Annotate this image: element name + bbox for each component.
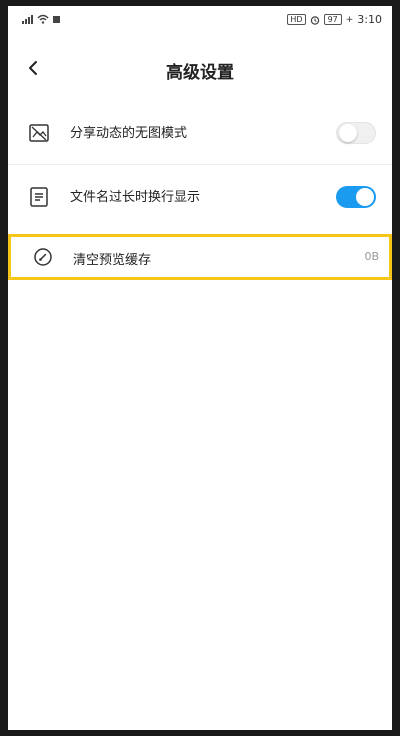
- notification-icon: [53, 15, 60, 23]
- signal-icon: [22, 14, 33, 24]
- device-frame: HD 97 + 3:10 高级设置 分享动态的无图模式 文件名过长时换行显示 清…: [0, 0, 400, 736]
- setting-label: 文件名过长时换行显示: [70, 190, 201, 205]
- setting-row-no-image-mode[interactable]: 分享动态的无图模式: [8, 102, 392, 164]
- nav-bar: 高级设置: [8, 46, 392, 90]
- toggle-knob: [339, 124, 357, 142]
- screen: HD 97 + 3:10 高级设置 分享动态的无图模式 文件名过长时换行显示 清…: [8, 6, 392, 730]
- page-title: 高级设置: [166, 63, 234, 83]
- hd-badge: HD: [287, 14, 306, 25]
- status-time: 3:10: [357, 13, 382, 26]
- document-icon: [30, 187, 48, 207]
- toggle-knob: [356, 188, 374, 206]
- clear-cache-row[interactable]: 清空预览缓存 0B: [8, 234, 392, 280]
- alarm-icon: [310, 15, 319, 25]
- battery-icon: 97: [323, 14, 342, 25]
- status-right: HD 97 + 3:10: [287, 13, 382, 26]
- setting-row-filename-wrap[interactable]: 文件名过长时换行显示: [8, 166, 392, 228]
- setting-label: 分享动态的无图模式: [70, 126, 188, 141]
- charging-icon: +: [345, 14, 354, 25]
- cache-size-value: 0B: [364, 250, 379, 263]
- status-bar: HD 97 + 3:10: [8, 6, 392, 34]
- filename-wrap-toggle[interactable]: [336, 186, 376, 208]
- clear-cache-icon: [34, 248, 52, 266]
- no-image-mode-toggle[interactable]: [336, 122, 376, 144]
- status-left: [22, 14, 60, 24]
- clear-cache-label: 清空预览缓存: [73, 253, 152, 268]
- image-off-icon: [29, 124, 49, 142]
- wifi-icon: [37, 14, 49, 24]
- divider: [8, 164, 392, 165]
